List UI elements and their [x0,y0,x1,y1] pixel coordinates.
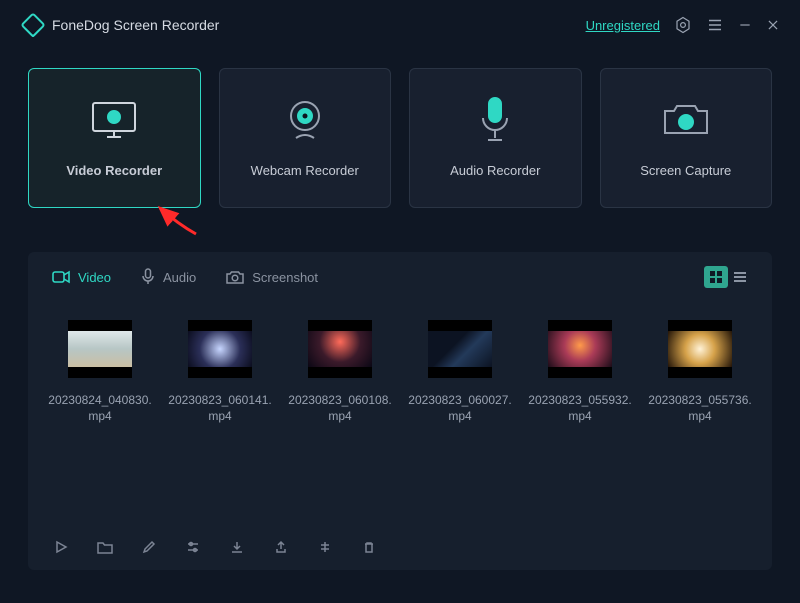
grid-view-button[interactable] [704,266,728,288]
titlebar: FoneDog Screen Recorder Unregistered [0,0,800,48]
tab-label: Audio [163,270,196,285]
thumbnail [68,320,132,378]
mode-video-recorder[interactable]: Video Recorder [28,68,201,208]
panel-tabs: Video Audio Screenshot [28,252,772,296]
titlebar-left: FoneDog Screen Recorder [24,16,219,34]
microphone-icon [478,99,512,141]
list-view-button[interactable] [728,266,752,288]
play-icon [54,540,68,554]
mode-label: Video Recorder [66,163,162,178]
tabs-left: Video Audio Screenshot [52,268,318,286]
minimize-button[interactable] [738,18,752,32]
thumbnail [548,320,612,378]
settings-icon[interactable] [674,16,692,34]
grid-icon [709,270,723,284]
recording-item[interactable]: 20230824_040830.mp4 [46,320,154,424]
recording-item[interactable]: 20230823_055736.mp4 [646,320,754,424]
folder-icon [97,540,113,554]
sliders-icon [186,540,200,554]
recordings-panel: Video Audio Screenshot [28,252,772,570]
play-button[interactable] [52,538,70,556]
gallery: 20230824_040830.mp4 20230823_060141.mp4 … [28,296,772,526]
app-title: FoneDog Screen Recorder [52,17,219,33]
download-button[interactable] [228,538,246,556]
mode-label: Webcam Recorder [251,163,359,178]
mic-small-icon [141,268,155,286]
mode-label: Screen Capture [640,163,731,178]
camera-small-icon [226,270,244,284]
convert-icon [318,540,332,554]
mode-cards: Video Recorder Webcam Recorder [0,48,800,216]
share-icon [274,540,288,554]
file-name: 20230824_040830.mp4 [46,392,154,424]
tab-video[interactable]: Video [52,270,111,285]
view-toggles [704,266,752,288]
pencil-icon [142,540,156,554]
trash-icon [362,540,376,554]
close-button[interactable] [766,18,780,32]
tab-label: Screenshot [252,270,318,285]
tab-screenshot[interactable]: Screenshot [226,270,318,285]
recording-item[interactable]: 20230823_060108.mp4 [286,320,394,424]
list-icon [733,270,747,284]
app-window: FoneDog Screen Recorder Unregistered [0,0,800,603]
thumbnail [188,320,252,378]
file-name: 20230823_055932.mp4 [526,392,634,424]
video-icon [52,270,70,284]
app-logo-icon [20,12,45,37]
action-bar [28,526,772,570]
file-name: 20230823_060027.mp4 [406,392,514,424]
thumbnail [308,320,372,378]
titlebar-right: Unregistered [586,16,780,34]
recording-item[interactable]: 20230823_060027.mp4 [406,320,514,424]
mode-label: Audio Recorder [450,163,540,178]
convert-button[interactable] [316,538,334,556]
mode-screen-capture[interactable]: Screen Capture [600,68,773,208]
menu-icon[interactable] [706,16,724,34]
webcam-icon [284,99,326,141]
folder-button[interactable] [96,538,114,556]
tab-audio[interactable]: Audio [141,268,196,286]
camera-icon [661,99,711,141]
delete-button[interactable] [360,538,378,556]
mode-audio-recorder[interactable]: Audio Recorder [409,68,582,208]
download-icon [230,540,244,554]
file-name: 20230823_060141.mp4 [166,392,274,424]
thumbnail [668,320,732,378]
edit-button[interactable] [140,538,158,556]
recording-item[interactable]: 20230823_055932.mp4 [526,320,634,424]
file-name: 20230823_060108.mp4 [286,392,394,424]
thumbnail [428,320,492,378]
mode-webcam-recorder[interactable]: Webcam Recorder [219,68,392,208]
monitor-record-icon [87,99,141,141]
adjust-button[interactable] [184,538,202,556]
share-button[interactable] [272,538,290,556]
unregistered-link[interactable]: Unregistered [586,18,660,33]
tab-label: Video [78,270,111,285]
file-name: 20230823_055736.mp4 [646,392,754,424]
recording-item[interactable]: 20230823_060141.mp4 [166,320,274,424]
